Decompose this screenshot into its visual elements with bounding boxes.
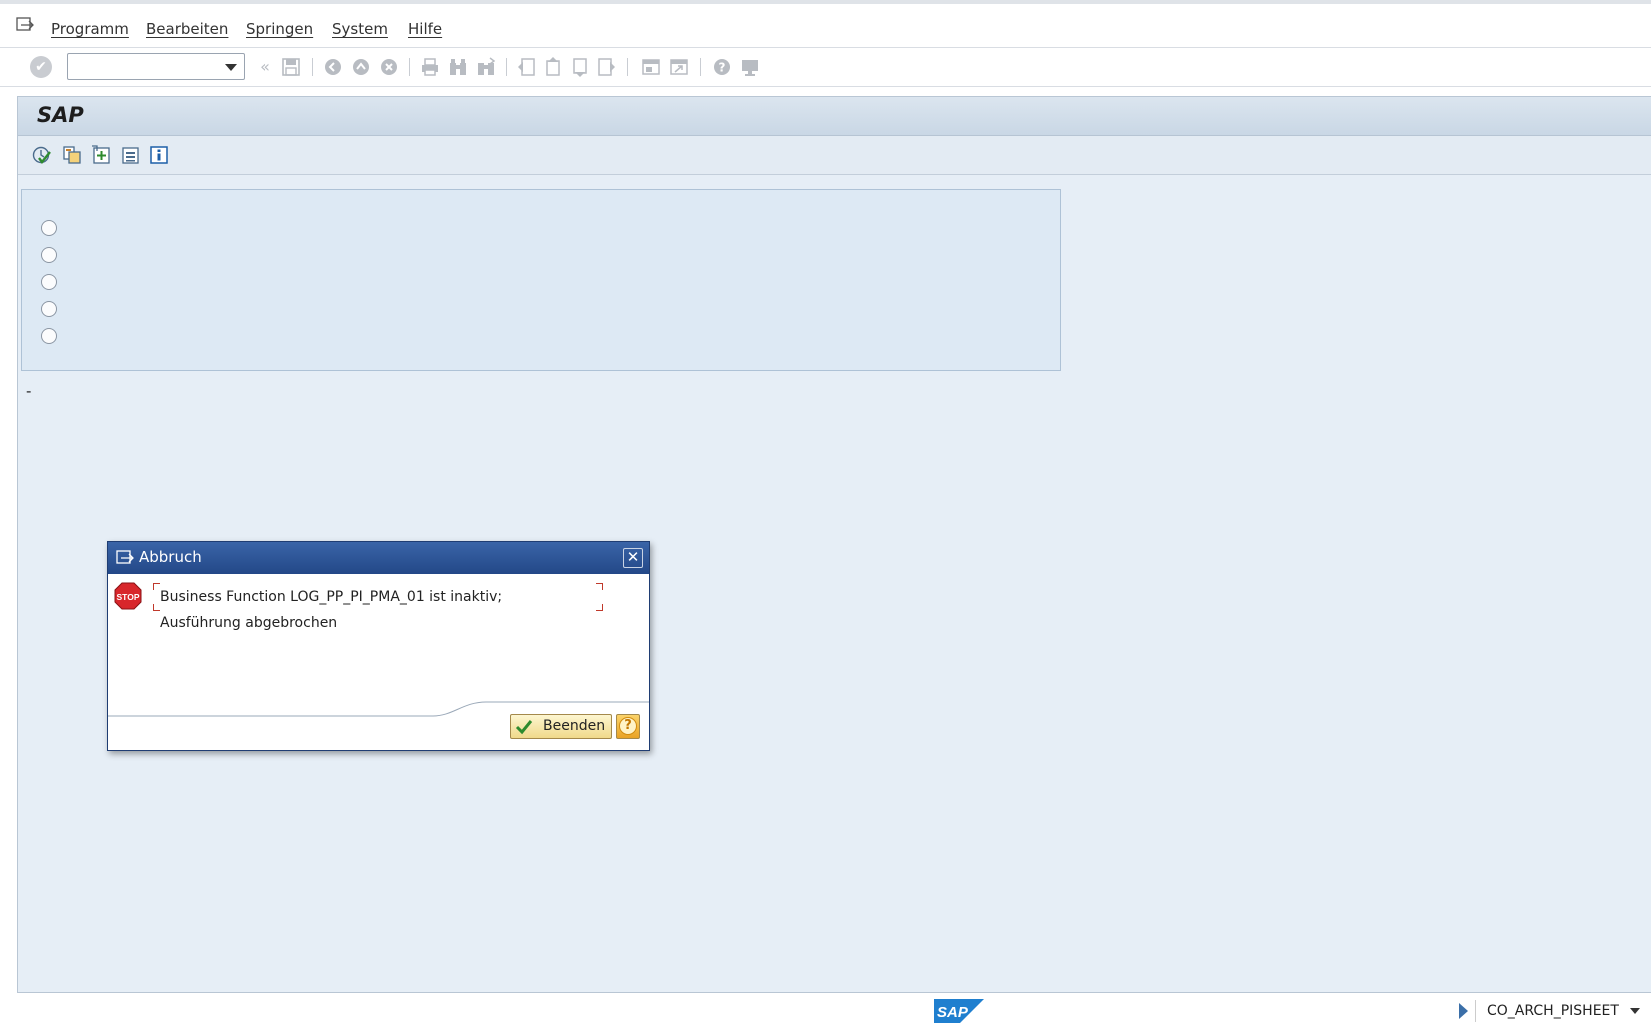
layout-menu-icon[interactable]: [740, 57, 760, 77]
close-icon[interactable]: ✕: [623, 548, 643, 568]
help-icon[interactable]: ?: [712, 57, 732, 77]
menu-bar: Programm Bearbeiten Springen System Hilf…: [0, 4, 1651, 48]
last-page-icon[interactable]: [597, 57, 617, 77]
focus-bracket: [153, 604, 160, 611]
dialog-message-line-2: Ausführung abgebrochen: [160, 615, 338, 631]
print-icon[interactable]: [420, 57, 440, 77]
selection-group-box: [21, 189, 1061, 371]
dialog-message-line-1: Business Function LOG_PP_PI_PMA_01 ist i…: [160, 589, 503, 605]
menu-hilfe[interactable]: Hilfe: [408, 20, 442, 38]
enter-icon[interactable]: ✔: [30, 56, 52, 78]
screen-title-bar: SAP: [18, 97, 1651, 136]
toolbar-separator: [409, 58, 410, 76]
system-toolbar: ✔ « ?: [0, 48, 1651, 87]
focus-bracket: [596, 604, 603, 611]
chevron-down-icon[interactable]: [225, 64, 237, 71]
command-field[interactable]: [67, 53, 245, 80]
status-bar: SAP CO_ARCH_PISHEET: [0, 994, 1651, 1029]
radio-option-5[interactable]: [41, 328, 57, 344]
help-button[interactable]: ?: [616, 714, 640, 739]
menu-system[interactable]: System: [332, 20, 388, 38]
shortcut-icon[interactable]: [669, 57, 689, 77]
execute-icon[interactable]: [32, 145, 52, 165]
window-icon: [116, 550, 134, 564]
find-icon[interactable]: [448, 57, 468, 77]
back-icon[interactable]: [323, 57, 343, 77]
previous-page-icon[interactable]: [543, 57, 563, 77]
new-session-icon[interactable]: [641, 57, 661, 77]
chevron-down-icon[interactable]: [1630, 1008, 1640, 1014]
radio-option-2[interactable]: [41, 247, 57, 263]
first-page-icon[interactable]: [516, 57, 536, 77]
menu-programm[interactable]: Programm: [51, 20, 129, 38]
menu-springen[interactable]: Springen: [246, 20, 313, 38]
menu-icon[interactable]: [16, 16, 36, 34]
svg-text:?: ?: [719, 61, 726, 75]
select-icon[interactable]: [120, 145, 140, 165]
help-icon: ?: [619, 717, 637, 735]
svg-text:STOP: STOP: [117, 592, 140, 602]
find-next-icon[interactable]: [476, 57, 496, 77]
info-icon[interactable]: [149, 145, 169, 165]
dialog-title-bar[interactable]: Abbruch ✕: [108, 542, 649, 574]
radio-option-3[interactable]: [41, 274, 57, 290]
next-page-icon[interactable]: [570, 57, 590, 77]
beenden-button[interactable]: Beenden: [510, 714, 612, 739]
sap-logo-text: SAP: [937, 1004, 969, 1021]
application-toolbar: [18, 136, 1651, 175]
exit-icon[interactable]: [351, 57, 371, 77]
dash-text: -: [26, 382, 32, 400]
sap-logo: SAP: [934, 999, 984, 1023]
beenden-button-label: Beenden: [543, 718, 606, 734]
check-icon: [515, 720, 533, 735]
toolbar-separator: [627, 58, 628, 76]
dialog-title: Abbruch: [139, 548, 202, 566]
toolbar-separator: [506, 58, 507, 76]
focus-bracket: [153, 583, 160, 590]
toolbar-separator: [700, 58, 701, 76]
save-icon[interactable]: [281, 57, 301, 77]
toolbar-separator: [312, 58, 313, 76]
status-expand-icon[interactable]: [1459, 1003, 1468, 1019]
stop-icon: STOP: [114, 582, 142, 610]
status-separator: [1475, 1000, 1476, 1022]
radio-option-4[interactable]: [41, 301, 57, 317]
transaction-code: CO_ARCH_PISHEET: [1487, 1003, 1619, 1019]
menu-bearbeiten[interactable]: Bearbeiten: [146, 20, 228, 38]
create-icon[interactable]: [91, 145, 111, 165]
page-title: SAP: [37, 103, 84, 127]
back-double-icon[interactable]: «: [255, 57, 275, 77]
cancel-icon[interactable]: [379, 57, 399, 77]
focus-bracket: [596, 583, 603, 590]
radio-option-1[interactable]: [41, 220, 57, 236]
copy-variant-icon[interactable]: [62, 145, 82, 165]
abbruch-dialog: Abbruch ✕ STOP Business Function LOG_PP_…: [107, 541, 650, 751]
